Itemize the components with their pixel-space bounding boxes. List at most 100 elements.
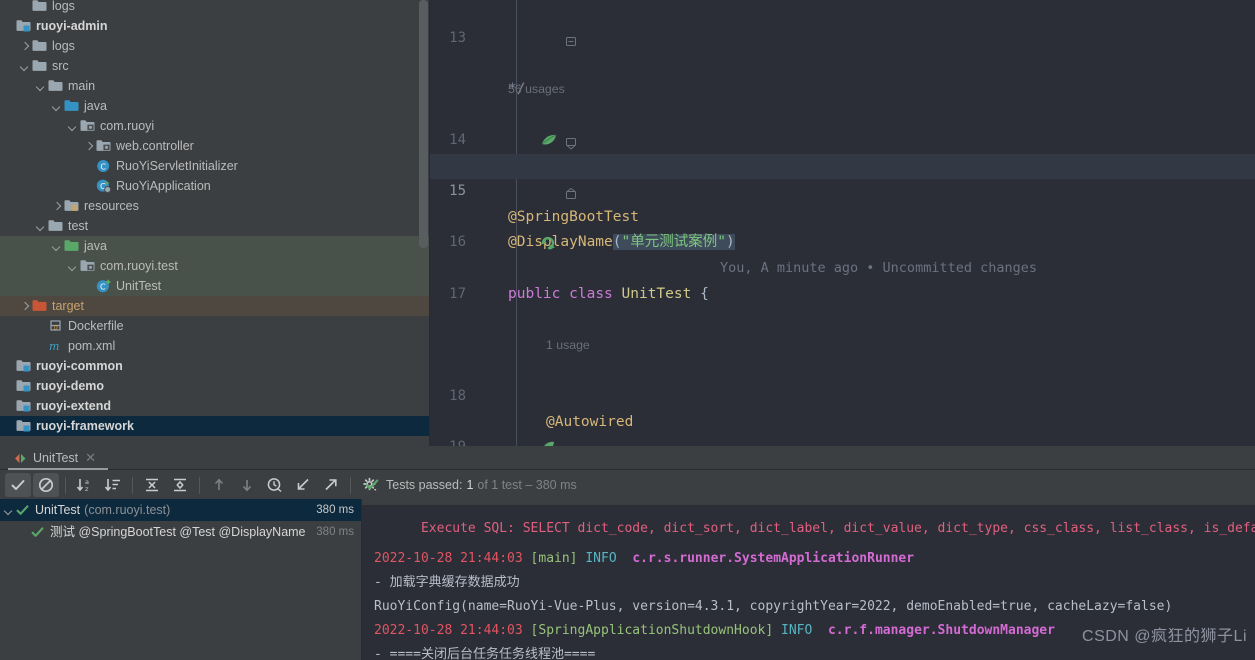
project-tree-row[interactable]: test — [0, 216, 430, 236]
folder-icon — [48, 219, 63, 233]
docker-icon: D — [48, 319, 63, 333]
tab-label: UnitTest — [33, 451, 79, 465]
project-tree-row-label: pom.xml — [68, 339, 116, 353]
tree-arrow-placeholder — [36, 322, 45, 331]
folder-icon — [48, 79, 63, 93]
project-tree-row-label: ruoyi-framework — [36, 419, 134, 433]
line-number: 15 — [449, 183, 466, 200]
project-tree-row[interactable]: C RuoYiApplication — [0, 176, 430, 196]
chevron-right-icon[interactable] — [20, 302, 29, 311]
project-tree-row[interactable]: C RuoYiServletInitializer — [0, 156, 430, 176]
line-number: 16 — [449, 234, 466, 251]
export-tests-icon[interactable] — [318, 473, 344, 497]
log-level: INFO — [585, 551, 617, 566]
tab-active-underline — [8, 468, 108, 470]
svg-text:D: D — [54, 326, 58, 332]
project-tree-row[interactable]: D Dockerfile — [0, 316, 430, 336]
project-tree-row[interactable]: logs — [0, 0, 430, 16]
editor-line-17[interactable]: 17 — [430, 256, 1255, 302]
project-tree-row[interactable]: ruoyi-common — [0, 356, 430, 376]
project-tree-row[interactable]: java — [0, 236, 430, 256]
fold-marker-icon[interactable] — [495, 6, 576, 46]
project-tree-row[interactable]: ruoyi-admin — [0, 16, 430, 36]
editor-line-13[interactable]: 13 */ — [430, 0, 1255, 97]
test-tree-row-method[interactable]: 测试 @SpringBootTest @Test @DisplayName 38… — [0, 521, 362, 543]
log-thread: [main] — [530, 551, 578, 566]
chevron-down-icon[interactable] — [36, 82, 45, 91]
tree-arrow-placeholder — [20, 2, 29, 11]
svg-text:C: C — [100, 162, 106, 171]
project-tool-window[interactable]: logs ruoyi-admin logs src main java com.ruoyi w… — [0, 0, 430, 446]
project-tree-row[interactable]: m pom.xml — [0, 336, 430, 356]
fold-marker-icon[interactable] — [495, 160, 576, 200]
editor-line-19[interactable]: 19 private RuoYiConfig ruoYiConfig; — [430, 410, 1255, 446]
collapse-all-icon[interactable] — [167, 473, 193, 497]
project-tree-row-label: UnitTest — [116, 279, 162, 293]
chevron-down-icon[interactable] — [68, 122, 77, 131]
run-test-icon[interactable] — [470, 209, 555, 251]
sort-alphabetically-icon[interactable]: az — [72, 473, 98, 497]
test-tree-row-class[interactable]: UnitTest (com.ruoyi.test) 380 ms — [0, 499, 362, 521]
usages-hint[interactable]: 56 usages — [508, 77, 565, 103]
rerun-failed-toggle-icon[interactable] — [5, 473, 31, 497]
sort-by-duration-icon[interactable] — [100, 473, 126, 497]
chevron-down-icon[interactable] — [52, 102, 61, 111]
code-text: public class UnitTest { — [508, 282, 709, 308]
disable-tests-icon[interactable] — [33, 473, 59, 497]
project-tree-row[interactable]: com.ruoyi — [0, 116, 430, 136]
close-icon[interactable]: ✕ — [85, 450, 96, 466]
project-tree-row[interactable]: ruoyi-demo — [0, 376, 430, 396]
test-runner-toolbar: az Tests passed: 1 of 1 test – 380 ms — [0, 471, 1255, 499]
project-tree-scrollbar[interactable] — [419, 0, 428, 248]
chevron-down-icon[interactable] — [4, 506, 13, 515]
project-tree-row[interactable]: resources — [0, 196, 430, 216]
chevron-right-icon[interactable] — [52, 202, 61, 211]
spring-autowired-icon[interactable] — [470, 414, 554, 446]
project-tree-row[interactable]: logs — [0, 36, 430, 56]
module-icon — [16, 379, 31, 393]
project-tree-row[interactable]: target — [0, 296, 430, 316]
tree-arrow-placeholder — [4, 362, 13, 371]
editor-line-14[interactable]: 14 @SpringBootTest — [430, 102, 1255, 225]
usages-hint-row: 56 usages — [430, 51, 1255, 96]
chevron-down-icon[interactable] — [52, 242, 61, 251]
project-tree-row-label: RuoYiServletInitializer — [116, 159, 238, 173]
project-tree-row[interactable]: C UnitTest — [0, 276, 430, 296]
editor-line-16[interactable]: 16 public class UnitTest { — [430, 205, 1255, 301]
tab-unittest[interactable]: UnitTest ✕ — [8, 446, 102, 470]
expand-all-icon[interactable] — [139, 473, 165, 497]
project-tree-row[interactable]: com.ruoyi.test — [0, 256, 430, 276]
csdn-watermark: CSDN @疯狂的狮子Li — [1082, 628, 1247, 645]
editor-line-15[interactable]: 15 @DisplayName("单元测试案例") You, A minute … — [430, 153, 1255, 276]
project-tree-row[interactable]: ruoyi-extend — [0, 396, 430, 416]
code-editor[interactable]: 13 */ 56 usages 14 @SpringBootTest 15 @D… — [430, 0, 1255, 446]
status-prefix: Tests passed: — [386, 478, 463, 492]
run-tool-window-tabbar: UnitTest ✕ — [0, 446, 1255, 470]
next-failed-test-icon[interactable] — [234, 473, 260, 497]
project-tree-row[interactable]: main — [0, 76, 430, 96]
project-tree-row[interactable]: web.controller — [0, 136, 430, 156]
fold-marker-icon[interactable] — [495, 108, 576, 150]
chevron-down-icon[interactable] — [20, 62, 29, 71]
show-history-icon[interactable] — [262, 473, 288, 497]
project-tree-row-label: logs — [52, 39, 75, 53]
log-message: - ====关闭后台任务任务线程池==== — [374, 647, 596, 660]
line-number: 17 — [449, 285, 466, 302]
import-tests-icon[interactable] — [290, 473, 316, 497]
previous-failed-test-icon[interactable] — [206, 473, 232, 497]
editor-line-18[interactable]: 18 @Autowired — [430, 358, 1255, 430]
project-tree-row[interactable]: java — [0, 96, 430, 116]
usages-hint[interactable]: 1 usage — [546, 333, 590, 359]
idea-window: logs ruoyi-admin logs src main java com.ruoyi w… — [0, 0, 1255, 660]
console-output[interactable]: Execute SQL: SELECT dict_code, dict_sort… — [362, 499, 1255, 660]
chevron-right-icon[interactable] — [84, 142, 93, 151]
chevron-right-icon[interactable] — [20, 42, 29, 51]
spring-bean-icon[interactable] — [470, 106, 557, 145]
project-tree-row[interactable]: ruoyi-framework — [0, 416, 430, 436]
string-literal: "单元测试案例" — [621, 234, 726, 251]
project-tree-row[interactable]: src — [0, 56, 430, 76]
chevron-down-icon[interactable] — [36, 222, 45, 231]
chevron-down-icon[interactable] — [68, 262, 77, 271]
test-results-tree[interactable]: UnitTest (com.ruoyi.test) 380 ms 测试 @Spr… — [0, 499, 362, 660]
console-line-msg-1: - 加载字典缓存数据成功 — [362, 571, 1255, 595]
